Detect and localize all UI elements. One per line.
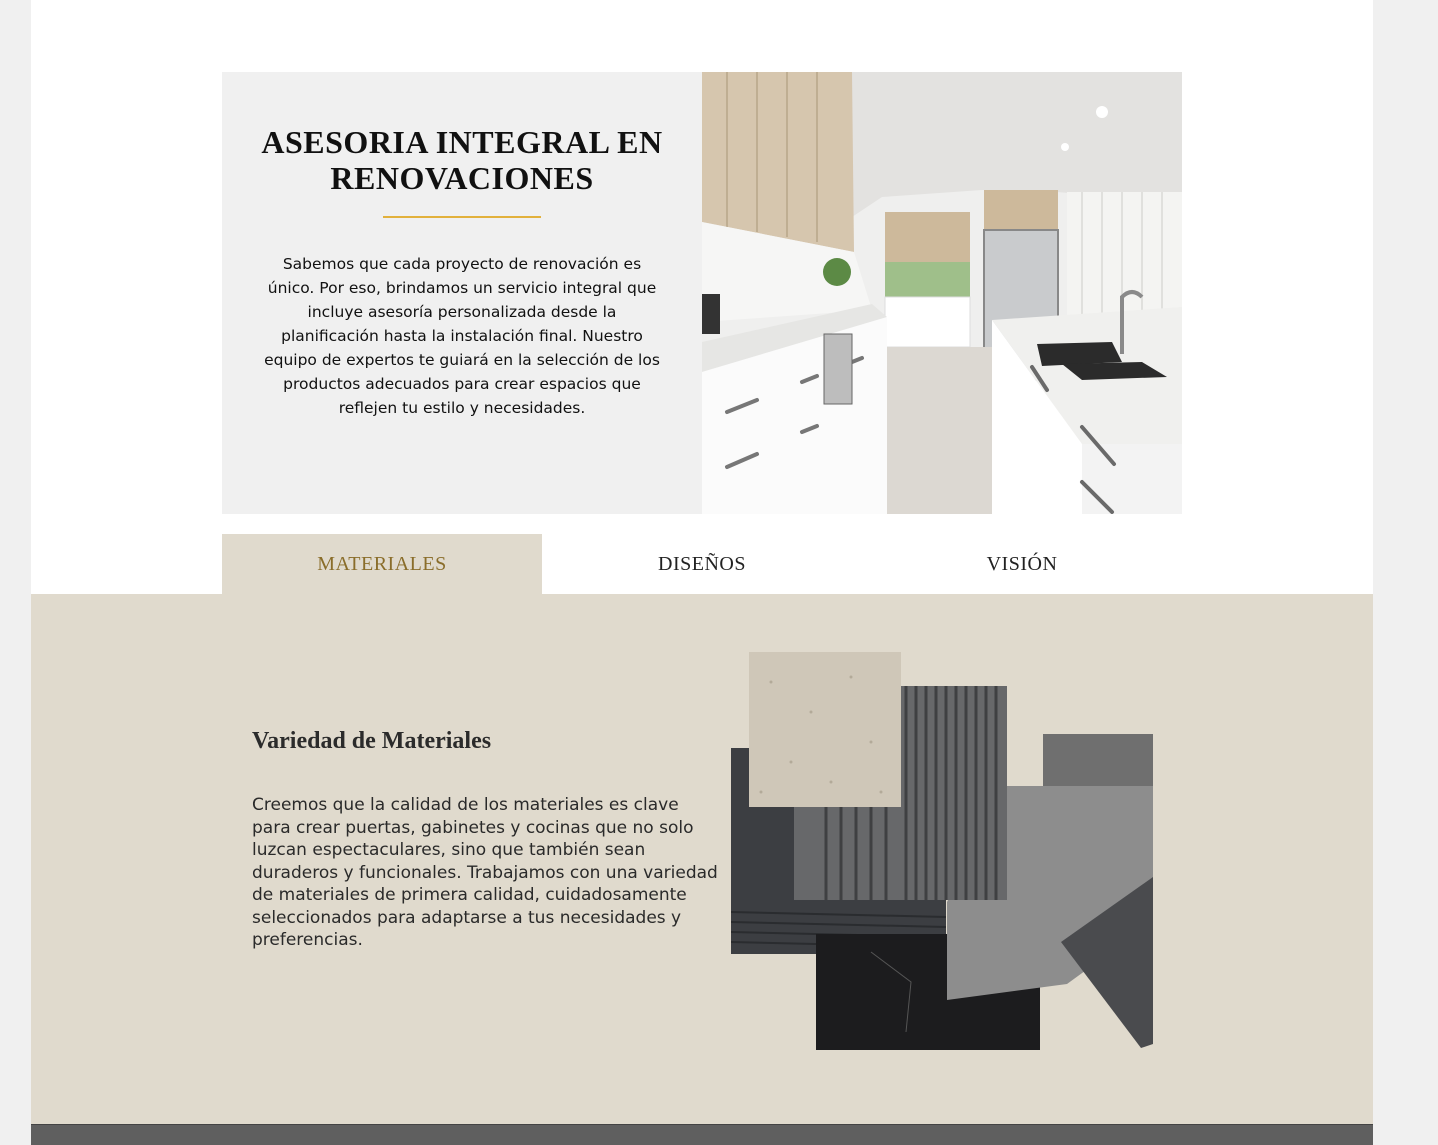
- tab-bar: MATERIALES DISEÑOS VISIÓN: [222, 534, 1182, 594]
- page-content: ASESORIA INTEGRAL EN RENOVACIONES Sabemo…: [31, 0, 1373, 1145]
- kitchen-image: [702, 72, 1182, 514]
- materials-panel: Variedad de Materiales Creemos que la ca…: [31, 594, 1373, 1124]
- hero-section: ASESORIA INTEGRAL EN RENOVACIONES Sabemo…: [222, 72, 1182, 514]
- tab-materiales[interactable]: MATERIALES: [222, 534, 542, 594]
- panel-description: Creemos que la calidad de los materiales…: [252, 795, 718, 950]
- panel-heading: Variedad de Materiales: [252, 728, 492, 754]
- kitchen-illustration: [702, 72, 1182, 514]
- hero-text-panel: ASESORIA INTEGRAL EN RENOVACIONES Sabemo…: [222, 72, 702, 514]
- material-samples-illustration: [730, 652, 1153, 1050]
- footer-bar: [31, 1124, 1373, 1145]
- hero-title: ASESORIA INTEGRAL EN RENOVACIONES: [261, 124, 663, 196]
- tab-vision[interactable]: VISIÓN: [862, 534, 1182, 594]
- title-divider: [383, 216, 541, 218]
- materials-collage-image: [730, 652, 1153, 1052]
- hero-description: Sabemos que cada proyecto de renovación …: [264, 255, 660, 417]
- tab-disenos[interactable]: DISEÑOS: [542, 534, 862, 594]
